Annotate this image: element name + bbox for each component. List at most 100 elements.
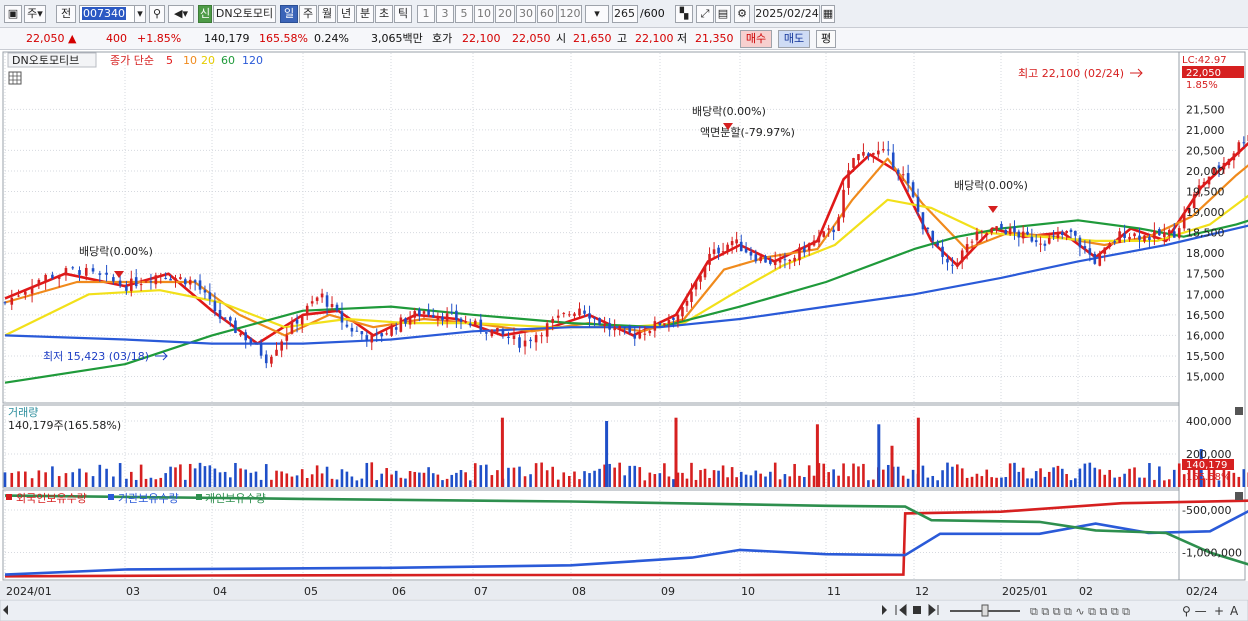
volume-bar [1004,477,1008,487]
candle-body [431,315,435,318]
volume-bar [667,476,671,487]
indicator-icon[interactable]: ▚ [675,5,693,23]
calendar-icon[interactable]: ▦ [821,5,835,23]
period-year-button[interactable]: 년 [337,5,355,23]
interval-dropdown-icon[interactable]: ▾ [585,5,609,23]
candle-body [1083,246,1087,249]
search-icon[interactable]: ⚲ [149,5,165,23]
volume-bar [427,467,430,487]
candle-body [941,246,944,257]
volume-bar [842,463,845,487]
volume-bar [618,462,621,487]
candle-body [827,228,830,230]
interval-3-button[interactable]: 3 [436,5,454,23]
low-annotation: 최저 15,423 (03/18) [43,350,149,363]
draw-tool-icon[interactable]: ⤢ [696,5,714,23]
volume-bar [490,475,494,487]
period-tick-button[interactable]: 틱 [394,5,412,23]
price-tick-label: 21,000 [1186,124,1225,137]
dividend-annotation-2: 배당락(0.00%) [692,105,766,118]
stop-icon[interactable] [913,606,921,614]
volume-bar [623,475,627,487]
date-tick-label: 12 [915,585,929,598]
gear-icon[interactable]: ⚙ [734,5,750,23]
speaker-icon[interactable]: ◀▾ [168,5,194,23]
period-second-button[interactable]: 초 [375,5,393,23]
volume-bar [886,464,890,487]
interval-20-button[interactable]: 20 [495,5,515,23]
chart-menu-icon[interactable]: ▣ [4,5,22,23]
candle-body [300,315,304,325]
volume-bar [551,466,554,487]
date-field[interactable]: 2025/02/24 [754,5,820,23]
code-dropdown-icon[interactable]: ▾ [134,5,146,23]
interval-1-button[interactable]: 1 [417,5,435,23]
candle-body [862,152,865,156]
candle-body [623,327,627,329]
interval-120-button[interactable]: 120 [558,5,582,23]
price-tick-label: 20,500 [1186,144,1225,157]
period-type-select[interactable]: 주▾ [24,5,46,23]
layout-icons[interactable]: ⧉ ⧉ ⧉ ⧉ ∿ ⧉ ⧉ ⧉ ⧉ [1030,605,1130,618]
ask-price: 22,100 [462,32,501,45]
candle-body [1138,235,1141,240]
candle-body [744,248,748,253]
volume-bar [573,471,576,487]
volume-bar [1065,473,1068,487]
period-week-button[interactable]: 주 [299,5,317,23]
candle-body [842,189,845,218]
volume-bar [1128,468,1131,487]
candle-body [1026,231,1029,235]
zoom-slider-thumb[interactable] [981,604,989,617]
interval-60-button[interactable]: 60 [537,5,557,23]
zoom-in-icon[interactable]: + [1214,604,1224,618]
volume-bar [30,478,34,487]
interval-5-button[interactable]: 5 [455,5,473,23]
stock-name-field[interactable]: DN오토모티 [213,5,276,23]
candle-body [285,335,289,341]
candle-body [91,268,95,272]
volume-bar [139,464,143,487]
volume-bar [1069,480,1073,487]
candle-body [320,293,324,298]
save-icon[interactable]: ▤ [715,5,731,23]
volume-bar [335,479,339,487]
candle-body [78,270,81,275]
period-minute-button[interactable]: 분 [356,5,374,23]
candle-body [507,336,510,338]
volume-bar [229,477,232,487]
zoom-out-icon[interactable]: ⚲ — [1182,604,1207,618]
grid-toggle-icon[interactable] [8,71,22,85]
sell-button[interactable]: 매도 [778,30,810,48]
period-month-button[interactable]: 월 [318,5,336,23]
volume-bar [803,477,806,487]
candle-body [975,231,979,241]
volume-close-icon[interactable] [1235,407,1243,415]
holder-close-icon[interactable] [1235,492,1243,500]
prev-button[interactable]: 전 [56,5,76,23]
candle-body [759,256,762,262]
candle-body [64,268,68,276]
candle-body [901,174,905,176]
candle-body [404,318,407,324]
volume-bar [468,480,472,487]
volume-bar [285,473,289,487]
date-tick-label: 04 [213,585,227,598]
candle-body [254,342,258,344]
period-day-button[interactable]: 일 [280,5,298,23]
eval-button[interactable]: 평 [816,30,836,48]
individual-legend: 개인보유수량 [205,492,266,505]
interval-30-button[interactable]: 30 [516,5,536,23]
interval-10-button[interactable]: 10 [474,5,494,23]
candle-body [1113,241,1116,243]
font-size-icon[interactable]: A [1230,604,1239,618]
candle-body [350,327,354,332]
volume-bar [643,480,647,487]
candle-body [105,272,108,275]
candle-body [154,275,158,285]
date-tick-label: 02 [1079,585,1093,598]
count-input[interactable]: 265 [612,5,638,23]
candle-body [822,231,826,237]
volume-bar [1000,477,1003,487]
buy-button[interactable]: 매수 [740,30,772,48]
